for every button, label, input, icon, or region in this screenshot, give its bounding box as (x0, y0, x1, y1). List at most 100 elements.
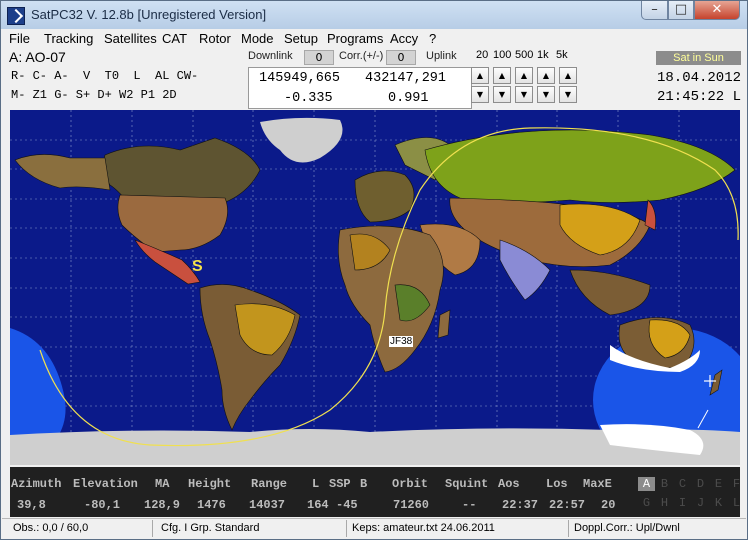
doppler-correction: Doppl.Corr.: Upl/Dwnl (574, 522, 680, 534)
tune-down-5-button[interactable]: ▼ (559, 86, 577, 103)
slot-k[interactable]: K (710, 496, 727, 510)
azimuth-value: 39,8 (17, 498, 46, 512)
step-1k[interactable]: 1k (537, 49, 549, 61)
b-header: B (360, 477, 368, 491)
corr-label: Corr.(+/-) (339, 50, 384, 62)
status-bar: Obs.: 0,0 / 60,0 Cfg. I Grp. Standard Ke… (2, 518, 746, 539)
tune-up-3-button[interactable]: ▲ (515, 67, 533, 84)
app-window: SatPC32 V. 12.8b [Unregistered Version] … (0, 0, 748, 540)
slot-b[interactable]: B (656, 477, 673, 491)
satellite-name[interactable]: A: AO-07 (9, 49, 66, 65)
tuning-arrows: ▲ ▲ ▲ ▲ ▲ ▼ ▼ ▼ ▼ ▼ (471, 67, 647, 107)
downlink-frequency: 145949,665 (259, 71, 341, 86)
azimuth-header: Azimuth (11, 477, 62, 491)
slot-f[interactable]: F (728, 477, 745, 491)
aos-header: Aos (498, 477, 520, 491)
slot-l[interactable]: L (728, 496, 745, 510)
maximize-button[interactable]: □ (668, 1, 694, 20)
menu-rotor[interactable]: Rotor (199, 31, 231, 46)
elevation-header: Elevation (73, 477, 138, 491)
tune-up-1-button[interactable]: ▲ (471, 67, 489, 84)
keps-file: Keps: amateur.txt 24.06.2011 (352, 522, 495, 534)
los-header: Los (546, 477, 568, 491)
menu-bar: File Tracking Satellites CAT Rotor (9, 31, 241, 47)
ssp-header: SSP (329, 477, 351, 491)
slot-e[interactable]: E (710, 477, 727, 491)
qth-locator-label: JF38 (389, 336, 414, 347)
config-group: Cfg. I Grp. Standard (161, 522, 260, 534)
range-value: 14037 (249, 498, 286, 512)
maxe-header: MaxE (583, 477, 612, 491)
tune-up-2-button[interactable]: ▲ (493, 67, 511, 84)
time-display: 21:45:22 L (657, 89, 742, 105)
doppler-panel: Downlink 0 Corr.(+/-) 0 Uplink 20 100 50… (247, 48, 651, 109)
russia (424, 129, 736, 203)
height-value: 1476 (197, 498, 226, 512)
menu-programs[interactable]: Programs (327, 31, 383, 46)
step-500[interactable]: 500 (515, 49, 533, 61)
menu-tracking[interactable]: Tracking (44, 31, 93, 46)
slot-g[interactable]: G (638, 496, 655, 510)
window-title: SatPC32 V. 12.8b [Unregistered Version] (31, 7, 267, 22)
uplink-doppler-shift: 0.991 (388, 91, 429, 106)
slot-d[interactable]: D (692, 477, 709, 491)
satellite-position-marker[interactable]: S (192, 258, 203, 276)
observer-position: Obs.: 0,0 / 60,0 (13, 522, 89, 534)
tune-up-4-button[interactable]: ▲ (537, 67, 555, 84)
sun-status-badge: Sat in Sun (656, 51, 741, 65)
step-20[interactable]: 20 (476, 49, 488, 61)
ma-header: MA (155, 477, 170, 491)
slot-a[interactable]: A (638, 477, 655, 491)
title-bar[interactable]: SatPC32 V. 12.8b [Unregistered Version] … (1, 1, 747, 29)
orbit-header: Orbit (392, 477, 429, 491)
uplink-frequency: 432147,291 (365, 71, 447, 86)
height-header: Height (188, 477, 232, 491)
minimize-button[interactable]: – (641, 1, 668, 20)
menu-setup[interactable]: Setup (284, 31, 318, 46)
menu-file[interactable]: File (9, 31, 30, 46)
tune-down-1-button[interactable]: ▼ (471, 86, 489, 103)
tracking-data-panel: Azimuth Elevation MA Height Range L SSP … (10, 467, 632, 517)
slot-h[interactable]: H (656, 496, 673, 510)
madagascar (437, 309, 451, 339)
satpc-app-icon[interactable] (7, 7, 25, 25)
menu-accy[interactable]: Accy (390, 31, 418, 46)
greenland (260, 117, 343, 163)
tune-down-3-button[interactable]: ▼ (515, 86, 533, 103)
status-flags-row2[interactable]: M- Z1 G- S+ D+ W2 P1 2D (11, 88, 177, 102)
step-100[interactable]: 100 (493, 49, 511, 61)
menu-mode[interactable]: Mode (241, 31, 274, 46)
status-separator (152, 520, 153, 537)
date-display: 18.04.2012 (657, 70, 742, 86)
menu-satellites[interactable]: Satellites (104, 31, 157, 46)
satellite-slot-selector: A B C D E F G H I J K L (632, 467, 740, 517)
status-separator (346, 520, 347, 537)
world-map-graphic (10, 110, 740, 465)
world-map[interactable]: S JF38 (10, 110, 740, 465)
menu-help[interactable]: ? (429, 31, 436, 46)
tune-down-2-button[interactable]: ▼ (493, 86, 511, 103)
menu-bar-right: Mode Setup Programs Accy ? (241, 31, 441, 47)
slot-c[interactable]: C (674, 477, 691, 491)
status-flags-row1[interactable]: R- C- A- V T0 L AL CW- (11, 69, 198, 83)
tune-down-4-button[interactable]: ▼ (537, 86, 555, 103)
corr-value[interactable]: 0 (386, 50, 416, 65)
maxe-value: 20 (601, 498, 616, 512)
slot-i[interactable]: I (674, 496, 691, 510)
step-5k[interactable]: 5k (556, 49, 568, 61)
ma-value: 128,9 (144, 498, 181, 512)
satellite-info-panel: A: AO-07 R- C- A- V T0 L AL CW- M- Z1 G-… (9, 48, 245, 106)
frequency-display: 145949,665 432147,291 -0.335 0.991 (248, 67, 472, 109)
downlink-doppler-shift: -0.335 (284, 91, 333, 106)
l-value: 164 (307, 498, 329, 512)
usa (117, 194, 228, 253)
range-header: Range (251, 477, 288, 491)
slot-j[interactable]: J (692, 496, 709, 510)
ssp-value: -45 (336, 498, 358, 512)
menu-cat[interactable]: CAT (162, 31, 187, 46)
downlink-value[interactable]: 0 (304, 50, 334, 65)
southeast-asia (569, 269, 651, 316)
l-header: L (312, 477, 320, 491)
tune-up-5-button[interactable]: ▲ (559, 67, 577, 84)
close-button[interactable]: ✕ (694, 1, 740, 20)
